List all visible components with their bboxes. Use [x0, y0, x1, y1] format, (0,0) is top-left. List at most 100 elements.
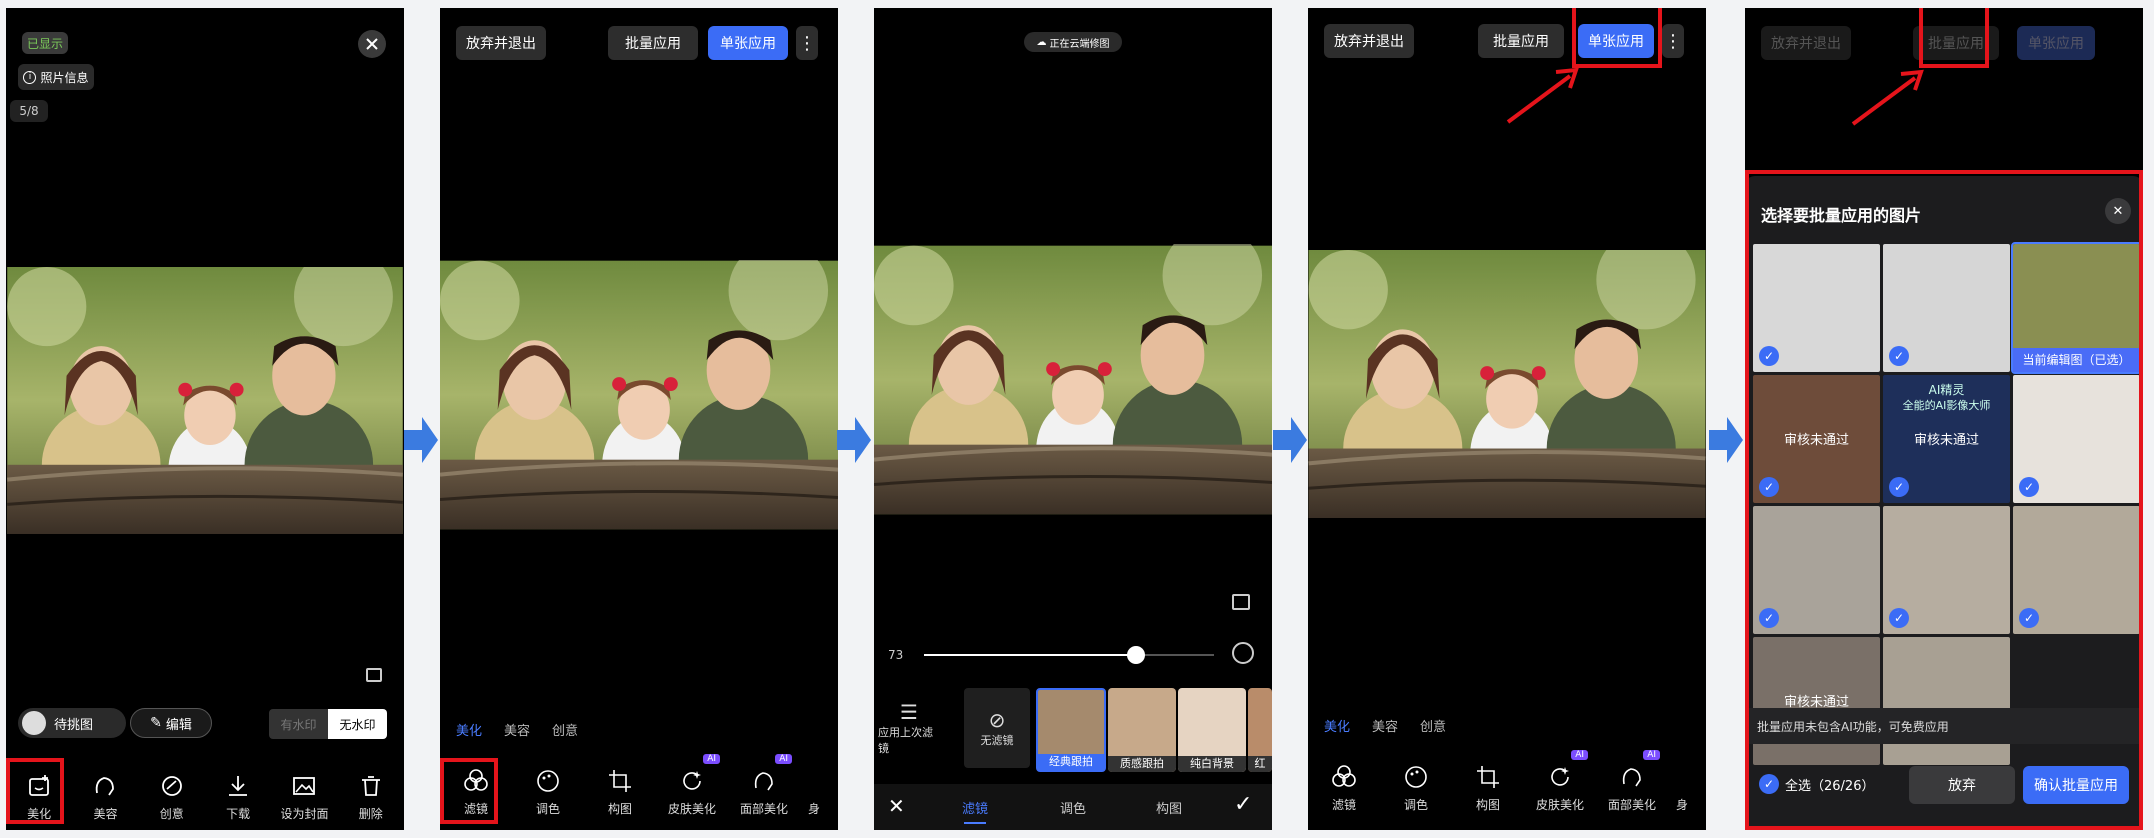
- family-photo: [440, 260, 838, 530]
- body-icon: [1672, 764, 1692, 790]
- tool-body[interactable]: 身: [804, 768, 824, 817]
- watermark-on-option[interactable]: 有水印: [269, 709, 328, 739]
- tool-skin[interactable]: AI 皮肤美化: [1528, 750, 1592, 813]
- tool-label: 皮肤美化: [667, 802, 716, 816]
- tool-label: 构图: [1475, 798, 1500, 812]
- tool-body[interactable]: 身: [1672, 764, 1692, 813]
- shown-badge: 已显示: [22, 32, 68, 54]
- filter-thumb[interactable]: 红: [1248, 688, 1272, 772]
- tool-creative[interactable]: 创意: [140, 773, 204, 822]
- tool-color[interactable]: 调色: [1384, 764, 1448, 813]
- tool-label: 面部美化: [1607, 798, 1656, 812]
- single-apply-button[interactable]: 单张应用: [708, 26, 788, 60]
- discard-exit-button[interactable]: 放弃并退出: [1324, 24, 1414, 58]
- reset-icon[interactable]: [1232, 642, 1254, 664]
- info-icon: i: [23, 70, 37, 84]
- tool-face[interactable]: AI 面部美化: [1600, 750, 1664, 813]
- tool-face[interactable]: AI 面部美化: [732, 754, 796, 817]
- tab-creative[interactable]: 创意: [552, 720, 578, 739]
- highlight-box: [1572, 8, 1662, 68]
- tab-beautify[interactable]: 美化: [1324, 716, 1350, 735]
- flow-arrow-icon: [1273, 417, 1307, 463]
- highlight-box: [440, 758, 498, 824]
- tool-crop[interactable]: 构图: [1456, 764, 1520, 813]
- tool-label: 删除: [358, 807, 383, 821]
- palette-icon: [1405, 766, 1427, 788]
- tool-download[interactable]: 下载: [206, 773, 270, 822]
- photo-info-button[interactable]: i 照片信息: [18, 64, 94, 90]
- discard-exit-button[interactable]: 放弃并退出: [456, 26, 546, 60]
- tool-crop[interactable]: 构图: [588, 768, 652, 817]
- tool-label: 调色: [1403, 798, 1428, 812]
- watermark-off-option[interactable]: 无水印: [328, 709, 387, 739]
- batch-apply-button[interactable]: 批量应用: [608, 26, 698, 60]
- tab-beauty[interactable]: 美容: [1372, 716, 1398, 735]
- filter-thumb[interactable]: 纯白背景: [1178, 688, 1246, 772]
- tab-beauty[interactable]: 美容: [504, 720, 530, 739]
- crop-icon: [609, 770, 631, 792]
- confirm-check-icon[interactable]: ✓: [1234, 792, 1252, 817]
- intensity-slider[interactable]: [924, 646, 1214, 664]
- face-icon: [1622, 768, 1641, 787]
- magic-wand-icon: ✎: [150, 715, 162, 731]
- edit-button[interactable]: ✎ 编辑: [130, 708, 212, 738]
- toggle-knob: [22, 711, 46, 735]
- face-icon: [96, 777, 115, 796]
- watermark-switch[interactable]: 有水印 无水印: [269, 709, 387, 739]
- filter-thumb[interactable]: 经典跟拍: [1036, 688, 1106, 772]
- close-button[interactable]: [358, 30, 386, 58]
- batch-apply-button[interactable]: 批量应用: [1478, 24, 1564, 58]
- tool-label: 滤镜: [1331, 798, 1356, 812]
- edit-toolbar: 滤镜 调色 构图 AI 皮肤美化 AI 面部美化 身: [1308, 750, 1706, 813]
- slider-handle[interactable]: [1126, 646, 1145, 664]
- skin-icon: [1551, 767, 1569, 786]
- family-photo: [1308, 250, 1706, 518]
- image-icon: [293, 777, 316, 795]
- cancel-icon[interactable]: ✕: [888, 794, 905, 818]
- screen-after-filter: 放弃并退出 批量应用 单张应用 ⋮ 美化 美容 创意 滤镜 调色 构图 AI 皮肤…: [1308, 8, 1706, 830]
- tool-skin[interactable]: AI 皮肤美化: [660, 754, 724, 817]
- tool-filter[interactable]: 滤镜: [1312, 764, 1376, 813]
- palette-icon: [537, 770, 559, 792]
- tab-filter[interactable]: 滤镜: [962, 798, 988, 817]
- compare-icon[interactable]: [1232, 594, 1250, 610]
- tool-label: 下载: [226, 807, 251, 821]
- tab-beautify[interactable]: 美化: [456, 720, 482, 739]
- palette-icon: [161, 776, 182, 796]
- ai-badge: AI: [703, 754, 720, 764]
- compare-icon[interactable]: [366, 668, 382, 682]
- more-icon[interactable]: ⋮: [1662, 24, 1684, 58]
- filter-thumb[interactable]: 质感跟拍: [1108, 688, 1176, 772]
- tool-color[interactable]: 调色: [516, 768, 580, 817]
- filter-label: 质感跟拍: [1108, 756, 1176, 772]
- download-icon: [229, 776, 248, 796]
- tool-label: 面部美化: [739, 802, 788, 816]
- tab-composition[interactable]: 构图: [1156, 798, 1182, 817]
- filter-label: 经典跟拍: [1038, 754, 1104, 770]
- tool-label: 设为封面: [280, 807, 329, 821]
- tool-set-cover[interactable]: 设为封面: [272, 773, 336, 822]
- cloud-status: ☁ 正在云端修图: [1024, 32, 1122, 52]
- tab-color[interactable]: 调色: [1060, 798, 1086, 817]
- tool-beauty[interactable]: 美容: [73, 773, 137, 822]
- tool-label: 构图: [607, 802, 632, 816]
- tool-label: 皮肤美化: [1535, 798, 1584, 812]
- more-icon[interactable]: ⋮: [796, 26, 818, 60]
- tool-label: 身: [1675, 798, 1688, 812]
- tab-creative[interactable]: 创意: [1420, 716, 1446, 735]
- apply-last-filter[interactable]: ☰ 应用上次滤镜: [878, 688, 940, 768]
- tool-delete[interactable]: 删除: [339, 773, 403, 822]
- family-photo: [6, 267, 404, 534]
- ai-badge: AI: [1643, 750, 1660, 760]
- family-photo: [874, 244, 1272, 516]
- active-tab-indicator: [964, 822, 986, 824]
- discard-exit-button: 放弃并退出: [1761, 26, 1851, 60]
- edit-label: 编辑: [165, 717, 192, 733]
- no-filter-option[interactable]: ⊘ 无滤镜: [964, 688, 1030, 768]
- no-filter-icon: ⊘: [988, 708, 1006, 732]
- tool-label: 调色: [535, 802, 560, 816]
- flow-arrow-icon: [1709, 417, 1743, 463]
- pending-toggle[interactable]: 待挑图: [18, 708, 126, 738]
- screen-batch-select: 放弃并退出 批量应用 单张应用 选择要批量应用的图片 ✕ ✓ ✓ 当前编辑图（已…: [1745, 8, 2143, 830]
- single-apply-button: 单张应用: [2017, 26, 2095, 60]
